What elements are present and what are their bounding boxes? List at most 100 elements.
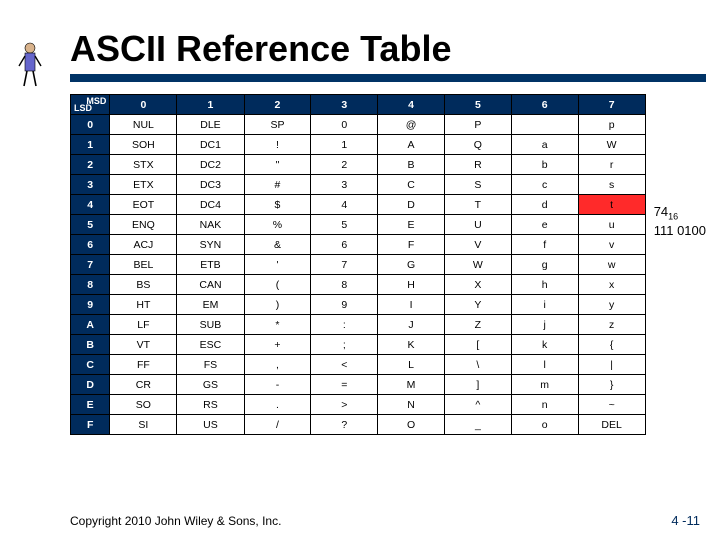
table-cell: ? — [311, 415, 378, 435]
col-header: 2 — [244, 95, 311, 115]
row-header: B — [71, 335, 110, 355]
table-cell: h — [511, 275, 578, 295]
table-cell: VT — [110, 335, 177, 355]
table-cell: Y — [444, 295, 511, 315]
copyright-text: Copyright 2010 John Wiley & Sons, Inc. — [70, 514, 281, 528]
row-header: D — [71, 375, 110, 395]
table-cell: 9 — [311, 295, 378, 315]
table-cell: DEL — [578, 415, 645, 435]
table-cell: M — [378, 375, 445, 395]
table-cell: $ — [244, 195, 311, 215]
table-cell: A — [378, 135, 445, 155]
col-header: 5 — [444, 95, 511, 115]
table-cell: & — [244, 235, 311, 255]
table-cell: SO — [110, 395, 177, 415]
row-header: 6 — [71, 235, 110, 255]
col-header: 0 — [110, 95, 177, 115]
table-cell: ! — [244, 135, 311, 155]
table-cell: NUL — [110, 115, 177, 135]
table-cell: F — [378, 235, 445, 255]
table-cell: 2 — [311, 155, 378, 175]
corner-cell: MSD LSD — [71, 95, 110, 115]
decorative-figure-icon — [16, 40, 44, 88]
table-cell: n — [511, 395, 578, 415]
table-cell: SYN — [177, 235, 244, 255]
table-cell: ^ — [444, 395, 511, 415]
row-header: F — [71, 415, 110, 435]
table-cell: f — [511, 235, 578, 255]
table-cell: 4 — [311, 195, 378, 215]
table-cell: ETB — [177, 255, 244, 275]
table-cell: % — [244, 215, 311, 235]
table-cell: K — [378, 335, 445, 355]
table-cell: a — [511, 135, 578, 155]
table-cell: O — [378, 415, 445, 435]
table-cell: H — [378, 275, 445, 295]
table-cell: ; — [311, 335, 378, 355]
table-cell: y — [578, 295, 645, 315]
table-cell: 8 — [311, 275, 378, 295]
table-cell: DC4 — [177, 195, 244, 215]
table-cell: 0 — [311, 115, 378, 135]
table-cell: p — [578, 115, 645, 135]
table-cell: = — [311, 375, 378, 395]
table-cell: / — [244, 415, 311, 435]
table-cell: ( — [244, 275, 311, 295]
table-cell: DC2 — [177, 155, 244, 175]
table-cell: x — [578, 275, 645, 295]
table-cell: [ — [444, 335, 511, 355]
table-cell: SP — [244, 115, 311, 135]
table-cell: W — [444, 255, 511, 275]
col-header: 6 — [511, 95, 578, 115]
col-header: 1 — [177, 95, 244, 115]
table-cell: DC3 — [177, 175, 244, 195]
hex-note: 7416 — [654, 204, 706, 223]
row-header: 5 — [71, 215, 110, 235]
table-cell: ESC — [177, 335, 244, 355]
table-cell: SOH — [110, 135, 177, 155]
table-cell: E — [378, 215, 445, 235]
row-header: 3 — [71, 175, 110, 195]
table-cell: k — [511, 335, 578, 355]
table-cell: } — [578, 375, 645, 395]
table-cell: \ — [444, 355, 511, 375]
table-cell: " — [244, 155, 311, 175]
table-cell: ) — [244, 295, 311, 315]
table-cell: 3 — [311, 175, 378, 195]
binary-note: 111 0100 — [654, 223, 706, 240]
table-cell: C — [378, 175, 445, 195]
row-header: 1 — [71, 135, 110, 155]
table-cell: l — [511, 355, 578, 375]
table-cell: 6 — [311, 235, 378, 255]
table-cell: CAN — [177, 275, 244, 295]
table-cell: g — [511, 255, 578, 275]
side-annotations: 7416 111 0100 — [654, 94, 706, 240]
row-header: A — [71, 315, 110, 335]
table-cell: DC1 — [177, 135, 244, 155]
table-cell: SUB — [177, 315, 244, 335]
row-header: 0 — [71, 115, 110, 135]
page-number: 4 -11 — [671, 513, 700, 528]
table-cell: ' — [244, 255, 311, 275]
row-header: 2 — [71, 155, 110, 175]
table-cell: STX — [110, 155, 177, 175]
table-cell: EOT — [110, 195, 177, 215]
table-cell: < — [311, 355, 378, 375]
table-cell: i — [511, 295, 578, 315]
table-cell: S — [444, 175, 511, 195]
table-cell: G — [378, 255, 445, 275]
table-cell: 1 — [311, 135, 378, 155]
col-header: 4 — [378, 95, 445, 115]
row-header: E — [71, 395, 110, 415]
table-cell: J — [378, 315, 445, 335]
row-header: 8 — [71, 275, 110, 295]
table-cell: EM — [177, 295, 244, 315]
table-cell: 5 — [311, 215, 378, 235]
row-header: 9 — [71, 295, 110, 315]
table-cell: j — [511, 315, 578, 335]
table-cell: US — [177, 415, 244, 435]
table-cell: v — [578, 235, 645, 255]
col-header: 3 — [311, 95, 378, 115]
table-cell: u — [578, 215, 645, 235]
table-cell: . — [244, 395, 311, 415]
